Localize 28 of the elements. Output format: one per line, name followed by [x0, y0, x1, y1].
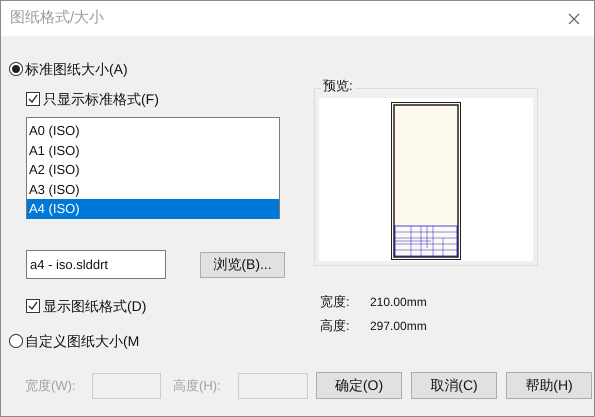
list-item[interactable]: A2 (ISO): [27, 160, 279, 180]
list-item[interactable]: A4 (ISO): [27, 199, 279, 218]
radio-button[interactable]: [9, 62, 23, 76]
list-item[interactable]: A1 (ISO): [27, 140, 279, 160]
height-field[interactable]: [238, 372, 308, 398]
radio-button[interactable]: [9, 334, 23, 348]
radio-label: 标准图纸大小(A): [25, 60, 128, 79]
list-item[interactable]: A3 (ISO): [27, 180, 279, 199]
height-value: 297.00mm: [370, 318, 427, 335]
checkbox[interactable]: [26, 92, 40, 106]
height-label: 高度:: [320, 317, 351, 336]
close-icon[interactable]: [568, 12, 580, 24]
height-label: 高度(H):: [173, 376, 222, 395]
width-field[interactable]: [92, 372, 161, 398]
dialog-button[interactable]: 取消(C): [411, 372, 497, 399]
list-item[interactable]: A0 (ISO): [27, 121, 279, 140]
checkbox-label: 只显示标准格式(F): [43, 90, 159, 109]
dialog-button[interactable]: 帮助(H): [506, 372, 592, 399]
checkbox[interactable]: [26, 299, 40, 313]
checkbox-label: 显示图纸格式(D): [43, 296, 146, 316]
browse-button[interactable]: 浏览(B)...: [200, 252, 285, 278]
width-label: 宽度(W):: [25, 376, 77, 395]
dialog-button[interactable]: 确定(O): [316, 372, 402, 399]
width-label: 宽度:: [320, 293, 351, 312]
radio-label: 自定义图纸大小(M: [25, 332, 140, 351]
file-field[interactable]: a4 - iso.slddrt: [26, 250, 166, 279]
window-title: 图纸格式/大小: [10, 8, 104, 28]
width-value: 210.00mm: [370, 294, 427, 311]
